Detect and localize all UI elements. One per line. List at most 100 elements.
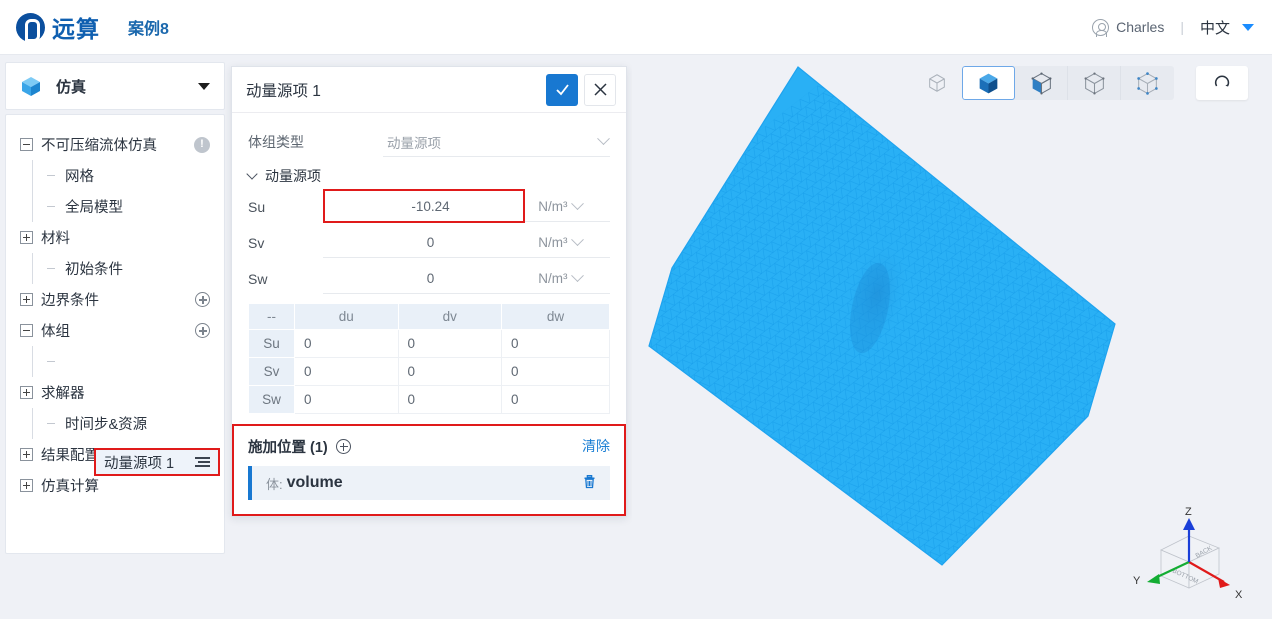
sidebar-tree-item[interactable]: 时间步&资源: [6, 408, 224, 439]
delete-icon[interactable]: [581, 473, 598, 493]
language-label[interactable]: 中文: [1200, 17, 1230, 38]
sidebar-title: 仿真: [56, 78, 87, 96]
unit-label: N/m³: [538, 235, 568, 250]
viewport-3d[interactable]: BOTTOM BACK Z X Y: [632, 56, 1272, 619]
solid-half-view-button[interactable]: [1015, 66, 1068, 100]
close-button[interactable]: [584, 73, 616, 106]
sidebar-tree-item[interactable]: 求解器: [6, 377, 224, 408]
transparent-cube-icon: [1084, 71, 1104, 95]
header-divider: |: [1180, 19, 1184, 35]
matrix-corner-header: --: [248, 303, 295, 330]
add-location-icon[interactable]: [335, 438, 351, 454]
momentum-section-label: 动量源项: [265, 168, 321, 184]
sidebar: 仿真 不可压缩流体仿真! 网格 全局模型 材料 初始条件 边界条件 体组 求解器 时间步&资源结…: [5, 62, 225, 554]
volume-group-type-row: 体组类型 动量源项: [248, 125, 610, 159]
location-kind-label: 体:: [266, 476, 283, 492]
table-row: Su 0 0 0: [248, 329, 610, 358]
source-field-input-sw[interactable]: 0: [322, 264, 539, 294]
matrix-cell-input[interactable]: 0: [501, 329, 610, 358]
sidebar-tree-item[interactable]: 初始条件: [6, 253, 224, 284]
menu-icon[interactable]: [195, 455, 210, 469]
chevron-down-icon: [571, 233, 585, 247]
matrix-cell-input[interactable]: 0: [397, 357, 503, 386]
sidebar-tree-item[interactable]: 不可压缩流体仿真!: [6, 129, 224, 160]
tree-leaf-dash-icon[interactable]: [44, 417, 57, 430]
matrix-col-header: du: [294, 303, 399, 330]
unit-select-su[interactable]: N/m³: [538, 192, 610, 222]
axis-gizmo[interactable]: BOTTOM BACK Z X Y: [1127, 506, 1262, 611]
clear-locations-button[interactable]: 清除: [582, 436, 610, 456]
wireframe-view-button[interactable]: [920, 66, 954, 100]
sidebar-tree-item[interactable]: 全局模型: [6, 191, 224, 222]
points-view-button[interactable]: [1121, 66, 1174, 100]
matrix-cell-input[interactable]: 0: [294, 329, 399, 358]
table-row: Sv 0 0 0: [248, 357, 610, 386]
derivative-matrix-table: -- du dv dw Su 0 0 0 Sv 0 0 0 Sw 0 0 0: [248, 303, 610, 414]
sidebar-tree-item-label: 仿真计算: [41, 479, 99, 495]
tree-leaf-dash-icon[interactable]: [44, 355, 57, 368]
unit-label: N/m³: [538, 199, 568, 214]
collapse-icon[interactable]: [20, 138, 33, 151]
chevron-down-icon: [571, 197, 585, 211]
matrix-cell-input[interactable]: 0: [501, 357, 610, 386]
tree-guide-line: [32, 253, 33, 284]
collapse-icon[interactable]: [20, 324, 33, 337]
add-icon[interactable]: [195, 323, 210, 338]
user-name[interactable]: Charles: [1116, 19, 1164, 35]
expand-icon[interactable]: [20, 231, 33, 244]
expand-icon[interactable]: [20, 293, 33, 306]
sidebar-tree-item[interactable]: 边界条件: [6, 284, 224, 315]
tree-guide-line: [32, 191, 33, 222]
sidebar-tree-item[interactable]: 网格: [6, 160, 224, 191]
tree-leaf-dash-icon[interactable]: [44, 262, 57, 275]
volume-group-type-select[interactable]: 动量源项: [383, 127, 610, 157]
unit-select-sw[interactable]: N/m³: [538, 264, 610, 294]
matrix-cell-input[interactable]: 0: [294, 357, 399, 386]
cube-icon: [20, 75, 42, 97]
unit-select-sv[interactable]: N/m³: [538, 228, 610, 258]
case-title: 案例8: [128, 21, 169, 38]
confirm-button[interactable]: [546, 73, 578, 106]
unit-label: N/m³: [538, 271, 568, 286]
sidebar-tree-item-label: 初始条件: [65, 262, 123, 278]
sidebar-tree-item[interactable]: 体组: [6, 315, 224, 346]
reset-view-button[interactable]: [1196, 66, 1248, 100]
source-field-input-sv[interactable]: 0: [322, 228, 539, 258]
tree-leaf-dash-icon[interactable]: [44, 200, 57, 213]
sidebar-tree-item-label: 网格: [65, 169, 94, 185]
solid-view-button[interactable]: [962, 66, 1015, 100]
chevron-down-icon[interactable]: [1242, 23, 1254, 31]
sidebar-header[interactable]: 仿真: [5, 62, 225, 110]
add-icon[interactable]: [195, 292, 210, 307]
info-icon[interactable]: !: [194, 136, 210, 153]
sidebar-tree-item-placeholder[interactable]: [6, 346, 224, 377]
dialog-actions: [546, 73, 616, 106]
view-mode-group: [962, 66, 1174, 100]
sidebar-tree-item-label: 材料: [41, 231, 70, 247]
expand-icon[interactable]: [20, 479, 33, 492]
gizmo-label-y: Y: [1133, 575, 1141, 587]
sidebar-collapse-caret-icon[interactable]: [198, 82, 210, 90]
matrix-cell-input[interactable]: 0: [397, 385, 503, 414]
matrix-row-header: Sw: [248, 385, 295, 414]
gizmo-label-z: Z: [1185, 506, 1192, 518]
momentum-section-header[interactable]: 动量源项: [246, 163, 610, 189]
source-field-label: Sw: [248, 271, 268, 287]
expand-icon[interactable]: [20, 386, 33, 399]
matrix-cell-input[interactable]: 0: [397, 329, 503, 358]
matrix-cell-input[interactable]: 0: [294, 385, 399, 414]
user-avatar-icon: [1092, 18, 1110, 37]
matrix-cell-input[interactable]: 0: [501, 385, 610, 414]
expand-icon[interactable]: [20, 448, 33, 461]
chevron-down-icon: [597, 132, 610, 146]
transparent-view-button[interactable]: [1068, 66, 1121, 100]
logo-icon: [16, 12, 45, 42]
source-field-input-su[interactable]: -10.24: [322, 192, 539, 222]
source-field-row-sv: Sv 0 N/m³: [248, 225, 610, 261]
brand-logo[interactable]: 远算: [16, 10, 100, 44]
tree-leaf-dash-icon[interactable]: [44, 169, 57, 182]
wireframe-cube-icon: [929, 74, 945, 92]
sidebar-tree-item[interactable]: 材料: [6, 222, 224, 253]
list-item[interactable]: 体: volume: [248, 466, 610, 500]
sidebar-item-momentum-source[interactable]: 动量源项 1: [94, 448, 220, 476]
